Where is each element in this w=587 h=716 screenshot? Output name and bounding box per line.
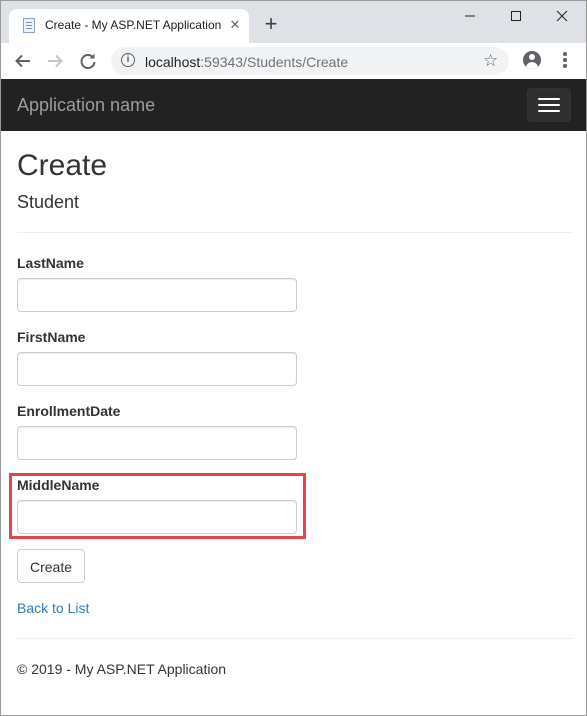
firstname-label: FirstName bbox=[17, 329, 86, 345]
firstname-input[interactable] bbox=[17, 352, 297, 386]
maximize-icon[interactable] bbox=[493, 5, 539, 27]
tab-close-icon[interactable]: ✕ bbox=[227, 17, 243, 33]
reload-icon[interactable] bbox=[78, 51, 98, 71]
url-host: localhost bbox=[145, 54, 201, 70]
browser-menu-icon[interactable] bbox=[563, 52, 567, 70]
browser-tab[interactable]: Create - My ASP.NET Application ✕ bbox=[9, 9, 249, 43]
app-navbar: Application name bbox=[1, 79, 586, 131]
forward-arrow-icon[interactable] bbox=[45, 51, 65, 71]
create-button[interactable]: Create bbox=[17, 549, 85, 583]
navbar-toggle-hamburger-icon[interactable] bbox=[527, 88, 571, 122]
app-brand-link[interactable]: Application name bbox=[17, 95, 155, 116]
page-title: Create bbox=[17, 149, 108, 182]
bookmark-star-icon[interactable]: ☆ bbox=[483, 51, 498, 71]
browser-toolbar: i localhost:59343/Students/Create ☆ bbox=[1, 43, 586, 80]
profile-icon[interactable] bbox=[523, 51, 541, 69]
lastname-label: LastName bbox=[17, 255, 84, 271]
new-tab-icon[interactable]: + bbox=[261, 13, 281, 35]
address-bar[interactable]: i localhost:59343/Students/Create ☆ bbox=[111, 47, 509, 75]
page-subtitle: Student bbox=[17, 192, 80, 212]
page-favicon-icon bbox=[23, 18, 35, 33]
url-path: :59343/Students/Create bbox=[200, 54, 349, 70]
url-text: localhost:59343/Students/Create bbox=[145, 54, 348, 70]
enrollmentdate-input[interactable] bbox=[17, 426, 297, 460]
tab-strip: Create - My ASP.NET Application ✕ + bbox=[1, 1, 586, 43]
tab-title: Create - My ASP.NET Application bbox=[45, 18, 222, 32]
back-to-list-link[interactable]: Back to List bbox=[17, 600, 89, 616]
middlename-input[interactable] bbox=[17, 500, 297, 534]
middlename-label: MiddleName bbox=[17, 477, 100, 493]
footer-divider bbox=[17, 638, 572, 639]
divider bbox=[17, 232, 572, 233]
lastname-input[interactable] bbox=[17, 278, 297, 312]
back-arrow-icon[interactable] bbox=[13, 51, 33, 71]
window-close-icon[interactable] bbox=[539, 5, 585, 27]
footer-text: © 2019 - My ASP.NET Application bbox=[17, 661, 227, 677]
site-info-icon[interactable]: i bbox=[121, 53, 135, 67]
enrollmentdate-label: EnrollmentDate bbox=[17, 403, 121, 419]
minimize-icon[interactable] bbox=[447, 5, 493, 27]
browser-window: Create - My ASP.NET Application ✕ + i lo… bbox=[0, 0, 587, 716]
